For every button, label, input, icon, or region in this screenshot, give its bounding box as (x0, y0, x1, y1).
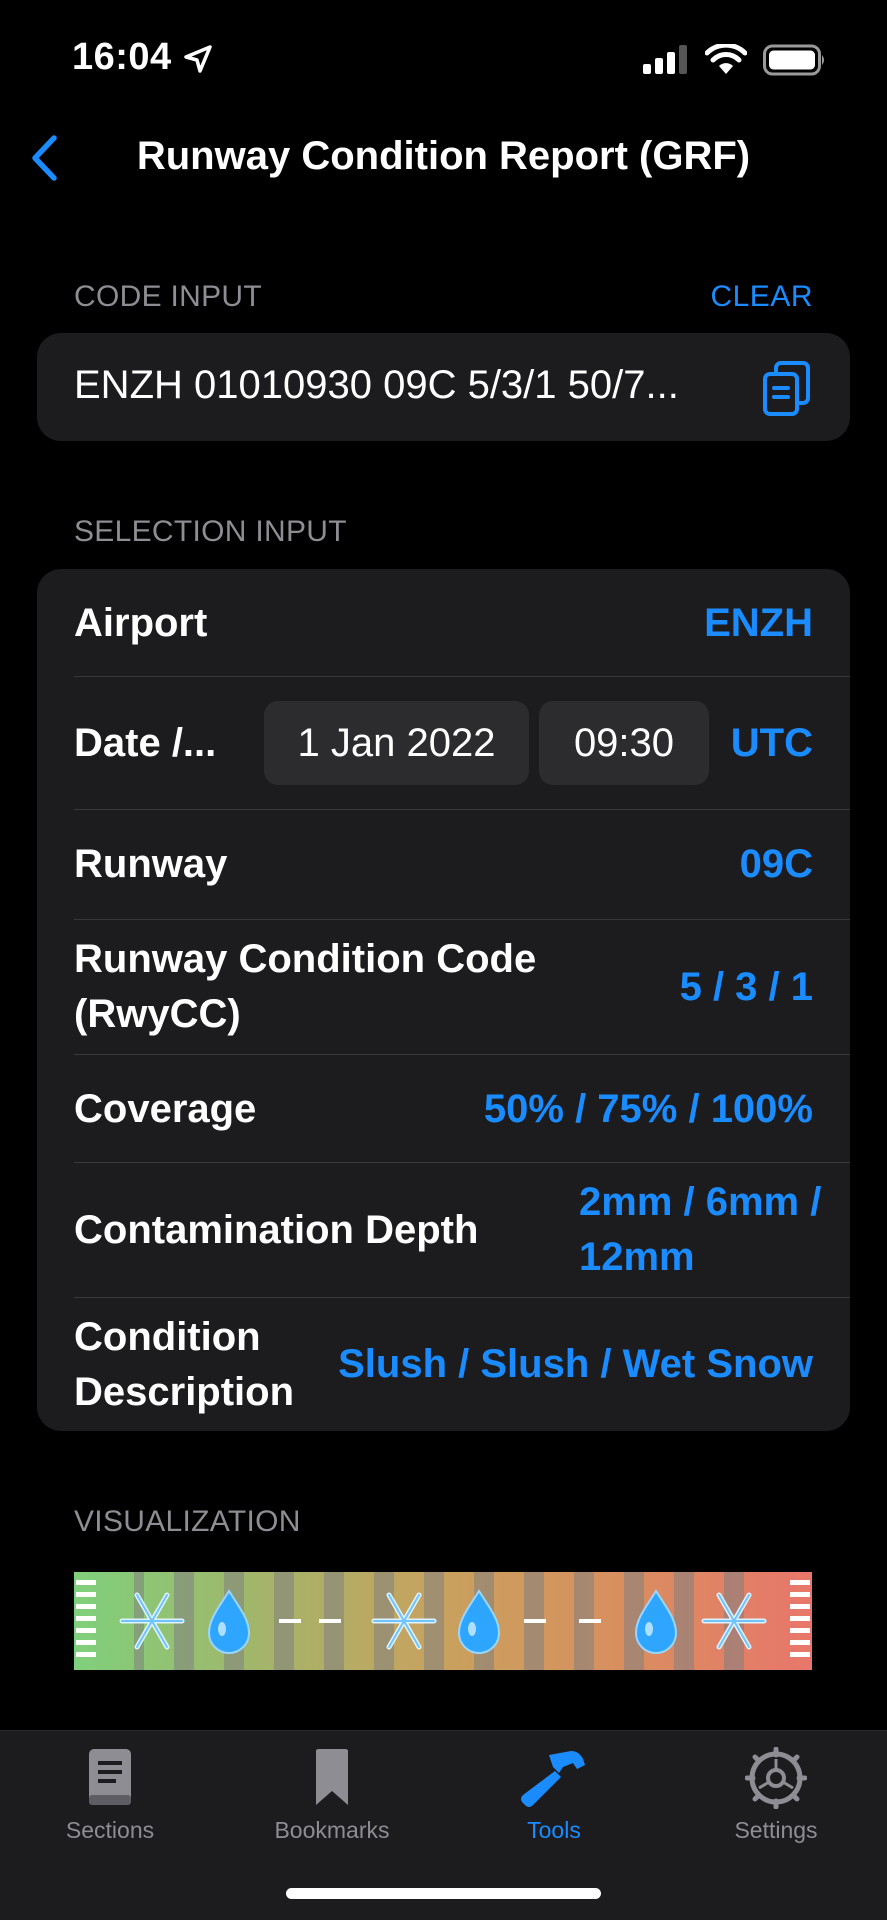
depth-label: Contamination Depth (74, 1208, 479, 1252)
runway-row[interactable]: Runway 09C (74, 810, 850, 920)
coverage-row[interactable]: Coverage 50% / 75% / 100% (74, 1055, 850, 1163)
condition-label-line1: Condition (74, 1315, 261, 1359)
paste-icon[interactable] (760, 360, 814, 416)
datetime-row: Date /... 1 Jan 2022 09:30 UTC (74, 677, 850, 810)
code-input-card[interactable]: ENZH 01010930 09C 5/3/1 50/7... (37, 333, 850, 441)
code-input-header: CODE INPUT (74, 280, 263, 313)
battery-icon (763, 44, 824, 76)
tab-bookmarks[interactable]: Bookmarks (232, 1747, 432, 1867)
gear-icon (745, 1747, 807, 1809)
tab-sections-label: Sections (65, 1817, 155, 1843)
timezone-value[interactable]: UTC (731, 716, 813, 771)
runway-diagram (74, 1572, 812, 1670)
selection-input-header: SELECTION INPUT (74, 515, 347, 548)
status-bar: 16:04 (0, 0, 887, 120)
date-picker[interactable]: 1 Jan 2022 (264, 701, 529, 785)
tab-sections[interactable]: Sections (10, 1747, 210, 1867)
coverage-value[interactable]: 50% / 75% / 100% (484, 1082, 813, 1137)
book-icon (89, 1749, 131, 1805)
depth-value-line2[interactable]: 12mm (579, 1230, 695, 1285)
runway-value[interactable]: 09C (740, 837, 813, 892)
rwycc-label-line1: Runway Condition Code (74, 937, 537, 981)
rwycc-value[interactable]: 5 / 3 / 1 (680, 960, 813, 1015)
condition-row[interactable]: Condition Description Slush / Slush / We… (74, 1298, 850, 1431)
code-input-field[interactable]: ENZH 01010930 09C 5/3/1 50/7... (74, 363, 679, 408)
bookmark-icon (316, 1749, 348, 1805)
condition-label-line2: Description (74, 1370, 295, 1414)
rwycc-row[interactable]: Runway Condition Code (RwyCC) 5 / 3 / 1 (74, 920, 850, 1055)
tab-settings-label: Settings (734, 1817, 818, 1843)
home-indicator (286, 1888, 601, 1899)
coverage-label: Coverage (74, 1087, 257, 1131)
tab-tools[interactable]: Tools (454, 1747, 654, 1867)
visualization-header: VISUALIZATION (74, 1505, 301, 1538)
time-picker[interactable]: 09:30 (539, 701, 709, 785)
airport-value[interactable]: ENZH (704, 596, 813, 651)
depth-row[interactable]: Contamination Depth 2mm / 6mm / 12mm (74, 1163, 850, 1298)
navigation-bar: Runway Condition Report (GRF) (0, 120, 887, 192)
cellular-signal-icon (643, 45, 687, 74)
rwycc-label-line2: (RwyCC) (74, 992, 241, 1036)
tab-tools-label: Tools (527, 1817, 581, 1843)
page-title: Runway Condition Report (GRF) (136, 134, 751, 178)
selection-input-card: Airport ENZH Date /... 1 Jan 2022 09:30 … (37, 569, 850, 1431)
tab-bookmarks-label: Bookmarks (274, 1817, 390, 1843)
status-time: 16:04 (72, 36, 172, 78)
runway-visualization (74, 1572, 812, 1670)
hammer-icon (521, 1751, 585, 1807)
depth-value-line1[interactable]: 2mm / 6mm / (579, 1175, 821, 1230)
clear-button[interactable]: CLEAR (710, 280, 813, 314)
airport-row[interactable]: Airport ENZH (74, 569, 850, 677)
location-arrow-icon (184, 45, 212, 73)
status-indicators (643, 44, 827, 76)
airport-label: Airport (74, 601, 208, 645)
tab-settings[interactable]: Settings (676, 1747, 876, 1867)
condition-value[interactable]: Slush / Slush / Wet Snow (338, 1337, 813, 1392)
runway-label: Runway (74, 842, 228, 886)
datetime-label: Date /... (74, 721, 217, 765)
wifi-icon (705, 44, 747, 74)
